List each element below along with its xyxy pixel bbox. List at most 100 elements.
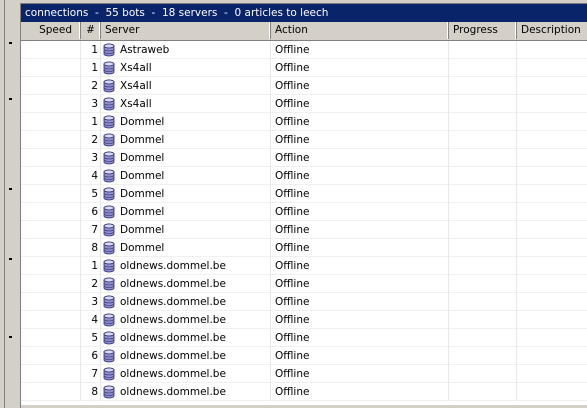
- table-row[interactable]: 2 Dommel Offline: [21, 131, 587, 149]
- speed-cell: [21, 131, 81, 149]
- server-name: Dommel: [120, 116, 165, 128]
- column-header-progress[interactable]: Progress: [449, 22, 517, 39]
- table-row[interactable]: 2 oldnews.dommel.be Offline: [21, 275, 587, 293]
- server-cell: oldnews.dommel.be: [101, 347, 271, 365]
- database-icon: [103, 331, 115, 345]
- bot-number: 2: [81, 77, 101, 95]
- description-cell: [517, 257, 587, 275]
- table-row[interactable]: 1 Dommel Offline: [21, 113, 587, 131]
- progress-cell: [449, 203, 517, 221]
- description-cell: [517, 41, 587, 59]
- splitter-edge: [4, 0, 5, 408]
- connections-panel: connections - 55 bots - 18 servers - 0 a…: [20, 3, 587, 408]
- description-cell: [517, 167, 587, 185]
- connections-list[interactable]: 1 Astraweb Offline 1 Xs4all Offline 2 Xs4all Off…: [21, 41, 587, 401]
- action-status: Offline: [271, 293, 449, 311]
- server-name: Xs4all: [120, 80, 152, 92]
- table-row[interactable]: 5 oldnews.dommel.be Offline: [21, 329, 587, 347]
- description-cell: [517, 113, 587, 131]
- action-status: Offline: [271, 77, 449, 95]
- table-row[interactable]: 5 Dommel Offline: [21, 185, 587, 203]
- server-cell: Dommel: [101, 167, 271, 185]
- speed-cell: [21, 239, 81, 257]
- panel-title: connections - 55 bots - 18 servers - 0 a…: [21, 4, 587, 22]
- left-splitter[interactable]: [0, 0, 20, 408]
- progress-cell: [449, 347, 517, 365]
- progress-cell: [449, 257, 517, 275]
- description-cell: [517, 347, 587, 365]
- table-row[interactable]: 7 oldnews.dommel.be Offline: [21, 365, 587, 383]
- server-cell: Astraweb: [101, 41, 271, 59]
- server-cell: Dommel: [101, 185, 271, 203]
- speed-cell: [21, 383, 81, 401]
- bot-number: 6: [81, 347, 101, 365]
- bot-number: 8: [81, 383, 101, 401]
- table-row[interactable]: 4 oldnews.dommel.be Offline: [21, 311, 587, 329]
- progress-cell: [449, 221, 517, 239]
- column-header-description[interactable]: Description: [517, 22, 587, 39]
- table-row[interactable]: 7 Dommel Offline: [21, 221, 587, 239]
- bot-number: 8: [81, 239, 101, 257]
- database-icon: [103, 223, 115, 237]
- table-row[interactable]: 3 Dommel Offline: [21, 149, 587, 167]
- progress-cell: [449, 41, 517, 59]
- server-name: Xs4all: [120, 62, 152, 74]
- table-row[interactable]: 1 oldnews.dommel.be Offline: [21, 257, 587, 275]
- description-cell: [517, 329, 587, 347]
- action-status: Offline: [271, 167, 449, 185]
- table-row[interactable]: 6 oldnews.dommel.be Offline: [21, 347, 587, 365]
- database-icon: [103, 205, 115, 219]
- progress-cell: [449, 59, 517, 77]
- server-cell: oldnews.dommel.be: [101, 365, 271, 383]
- server-name: oldnews.dommel.be: [120, 260, 226, 272]
- server-name: oldnews.dommel.be: [120, 278, 226, 290]
- server-name: Dommel: [120, 170, 165, 182]
- database-icon: [103, 349, 115, 363]
- splitter-grip: [9, 258, 12, 260]
- column-header-number[interactable]: #: [81, 22, 101, 39]
- bot-number: 1: [81, 257, 101, 275]
- action-status: Offline: [271, 239, 449, 257]
- table-row[interactable]: 1 Xs4all Offline: [21, 59, 587, 77]
- column-header-action[interactable]: Action: [271, 22, 449, 39]
- table-row[interactable]: 6 Dommel Offline: [21, 203, 587, 221]
- speed-cell: [21, 41, 81, 59]
- progress-cell: [449, 167, 517, 185]
- description-cell: [517, 95, 587, 113]
- speed-cell: [21, 275, 81, 293]
- table-row[interactable]: 3 Xs4all Offline: [21, 95, 587, 113]
- speed-cell: [21, 257, 81, 275]
- table-row[interactable]: 8 oldnews.dommel.be Offline: [21, 383, 587, 401]
- speed-cell: [21, 167, 81, 185]
- table-row[interactable]: 3 oldnews.dommel.be Offline: [21, 293, 587, 311]
- speed-cell: [21, 77, 81, 95]
- speed-cell: [21, 113, 81, 131]
- description-cell: [517, 311, 587, 329]
- server-cell: Dommel: [101, 239, 271, 257]
- server-name: oldnews.dommel.be: [120, 314, 226, 326]
- server-name: Dommel: [120, 152, 165, 164]
- column-header-speed[interactable]: Speed: [21, 22, 81, 39]
- progress-cell: [449, 131, 517, 149]
- speed-cell: [21, 59, 81, 77]
- column-header-server[interactable]: Server: [101, 22, 271, 39]
- description-cell: [517, 149, 587, 167]
- server-cell: Dommel: [101, 131, 271, 149]
- server-name: oldnews.dommel.be: [120, 332, 226, 344]
- database-icon: [103, 259, 115, 273]
- table-row[interactable]: 4 Dommel Offline: [21, 167, 587, 185]
- table-row[interactable]: 2 Xs4all Offline: [21, 77, 587, 95]
- table-row[interactable]: 8 Dommel Offline: [21, 239, 587, 257]
- server-cell: oldnews.dommel.be: [101, 257, 271, 275]
- progress-cell: [449, 149, 517, 167]
- server-name: Dommel: [120, 206, 165, 218]
- action-status: Offline: [271, 383, 449, 401]
- server-name: Xs4all: [120, 98, 152, 110]
- speed-cell: [21, 329, 81, 347]
- action-status: Offline: [271, 329, 449, 347]
- table-row[interactable]: 1 Astraweb Offline: [21, 41, 587, 59]
- description-cell: [517, 221, 587, 239]
- bot-number: 3: [81, 149, 101, 167]
- action-status: Offline: [271, 257, 449, 275]
- speed-cell: [21, 221, 81, 239]
